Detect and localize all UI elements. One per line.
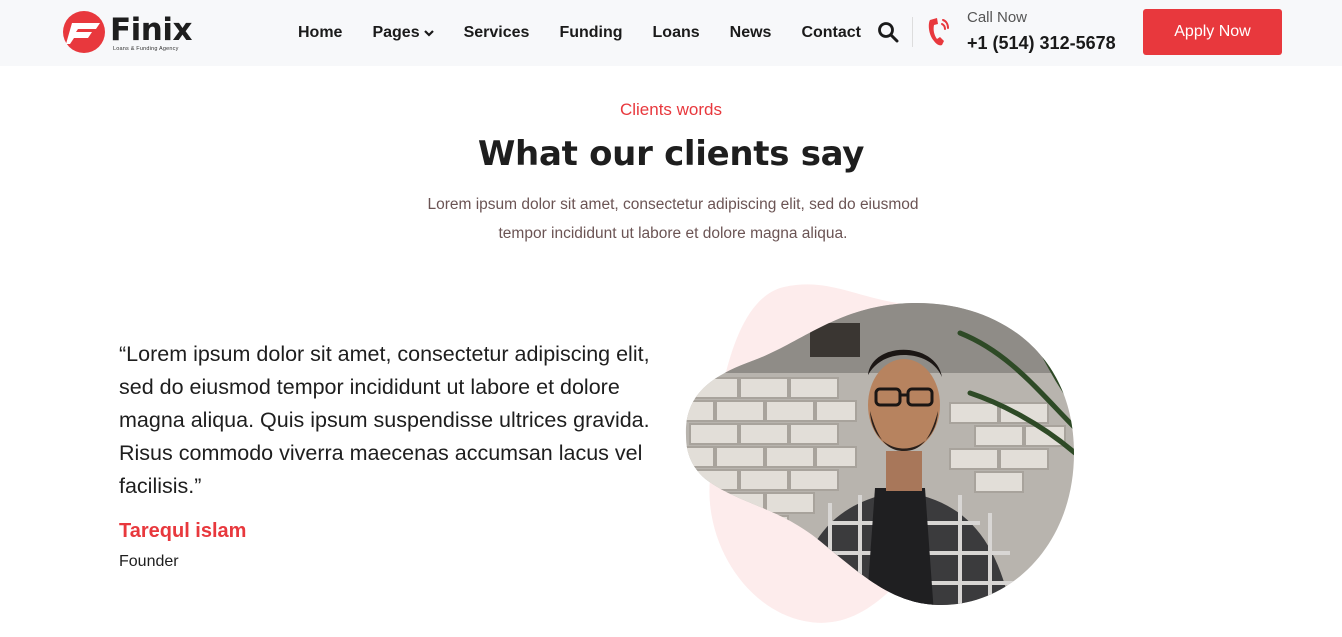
- logo-tagline: Loans & Funding Agency: [113, 46, 179, 52]
- site-header: Finix Loans & Funding Agency Home Pages …: [0, 0, 1342, 66]
- section-eyebrow: Clients words: [619, 100, 723, 119]
- nav-home[interactable]: Home: [298, 24, 342, 42]
- nav-services[interactable]: Services: [464, 24, 530, 42]
- nav-news-label: News: [729, 24, 772, 41]
- finix-logo-icon: [63, 11, 105, 53]
- nav-funding-label: Funding: [559, 24, 623, 41]
- logo-wordmark: Finix: [110, 12, 193, 48]
- main-nav: Home Pages Services Funding Loans News C…: [298, 0, 861, 66]
- chevron-down-icon: [423, 29, 434, 37]
- nav-contact-label: Contact: [801, 24, 862, 41]
- call-label: Call Now: [967, 9, 1028, 26]
- testimonial-role: Founder: [119, 553, 179, 570]
- intro-line-1: Lorem ipsum dolor sit amet, consectetur …: [427, 196, 919, 213]
- search-icon[interactable]: [877, 21, 899, 43]
- testimonial-quote: “Lorem ipsum dolor sit amet, consectetur…: [119, 342, 650, 498]
- apply-now-button[interactable]: Apply Now: [1143, 9, 1282, 55]
- call-number[interactable]: +1 (514) 312-5678: [967, 33, 1116, 54]
- section-intro: Lorem ipsum dolor sit amet, consectetur …: [410, 190, 936, 248]
- nav-pages[interactable]: Pages: [372, 24, 434, 42]
- intro-line-2: tempor incididunt ut labore et dolore ma…: [498, 225, 848, 242]
- phone-icon: [928, 18, 949, 46]
- nav-services-label: Services: [463, 24, 530, 41]
- nav-home-label: Home: [298, 24, 343, 41]
- client-photo: [685, 284, 1074, 623]
- nav-pages-label: Pages: [372, 24, 420, 41]
- nav-funding[interactable]: Funding: [559, 24, 622, 42]
- logo[interactable]: Finix Loans & Funding Agency: [62, 10, 202, 56]
- nav-loans-label: Loans: [652, 24, 700, 41]
- nav-contact[interactable]: Contact: [801, 24, 861, 42]
- testimonial-author: Tarequl islam: [119, 520, 247, 542]
- nav-loans[interactable]: Loans: [653, 24, 700, 42]
- nav-news[interactable]: News: [730, 24, 772, 42]
- section-title: What our clients say: [477, 134, 865, 174]
- header-divider: [912, 17, 913, 47]
